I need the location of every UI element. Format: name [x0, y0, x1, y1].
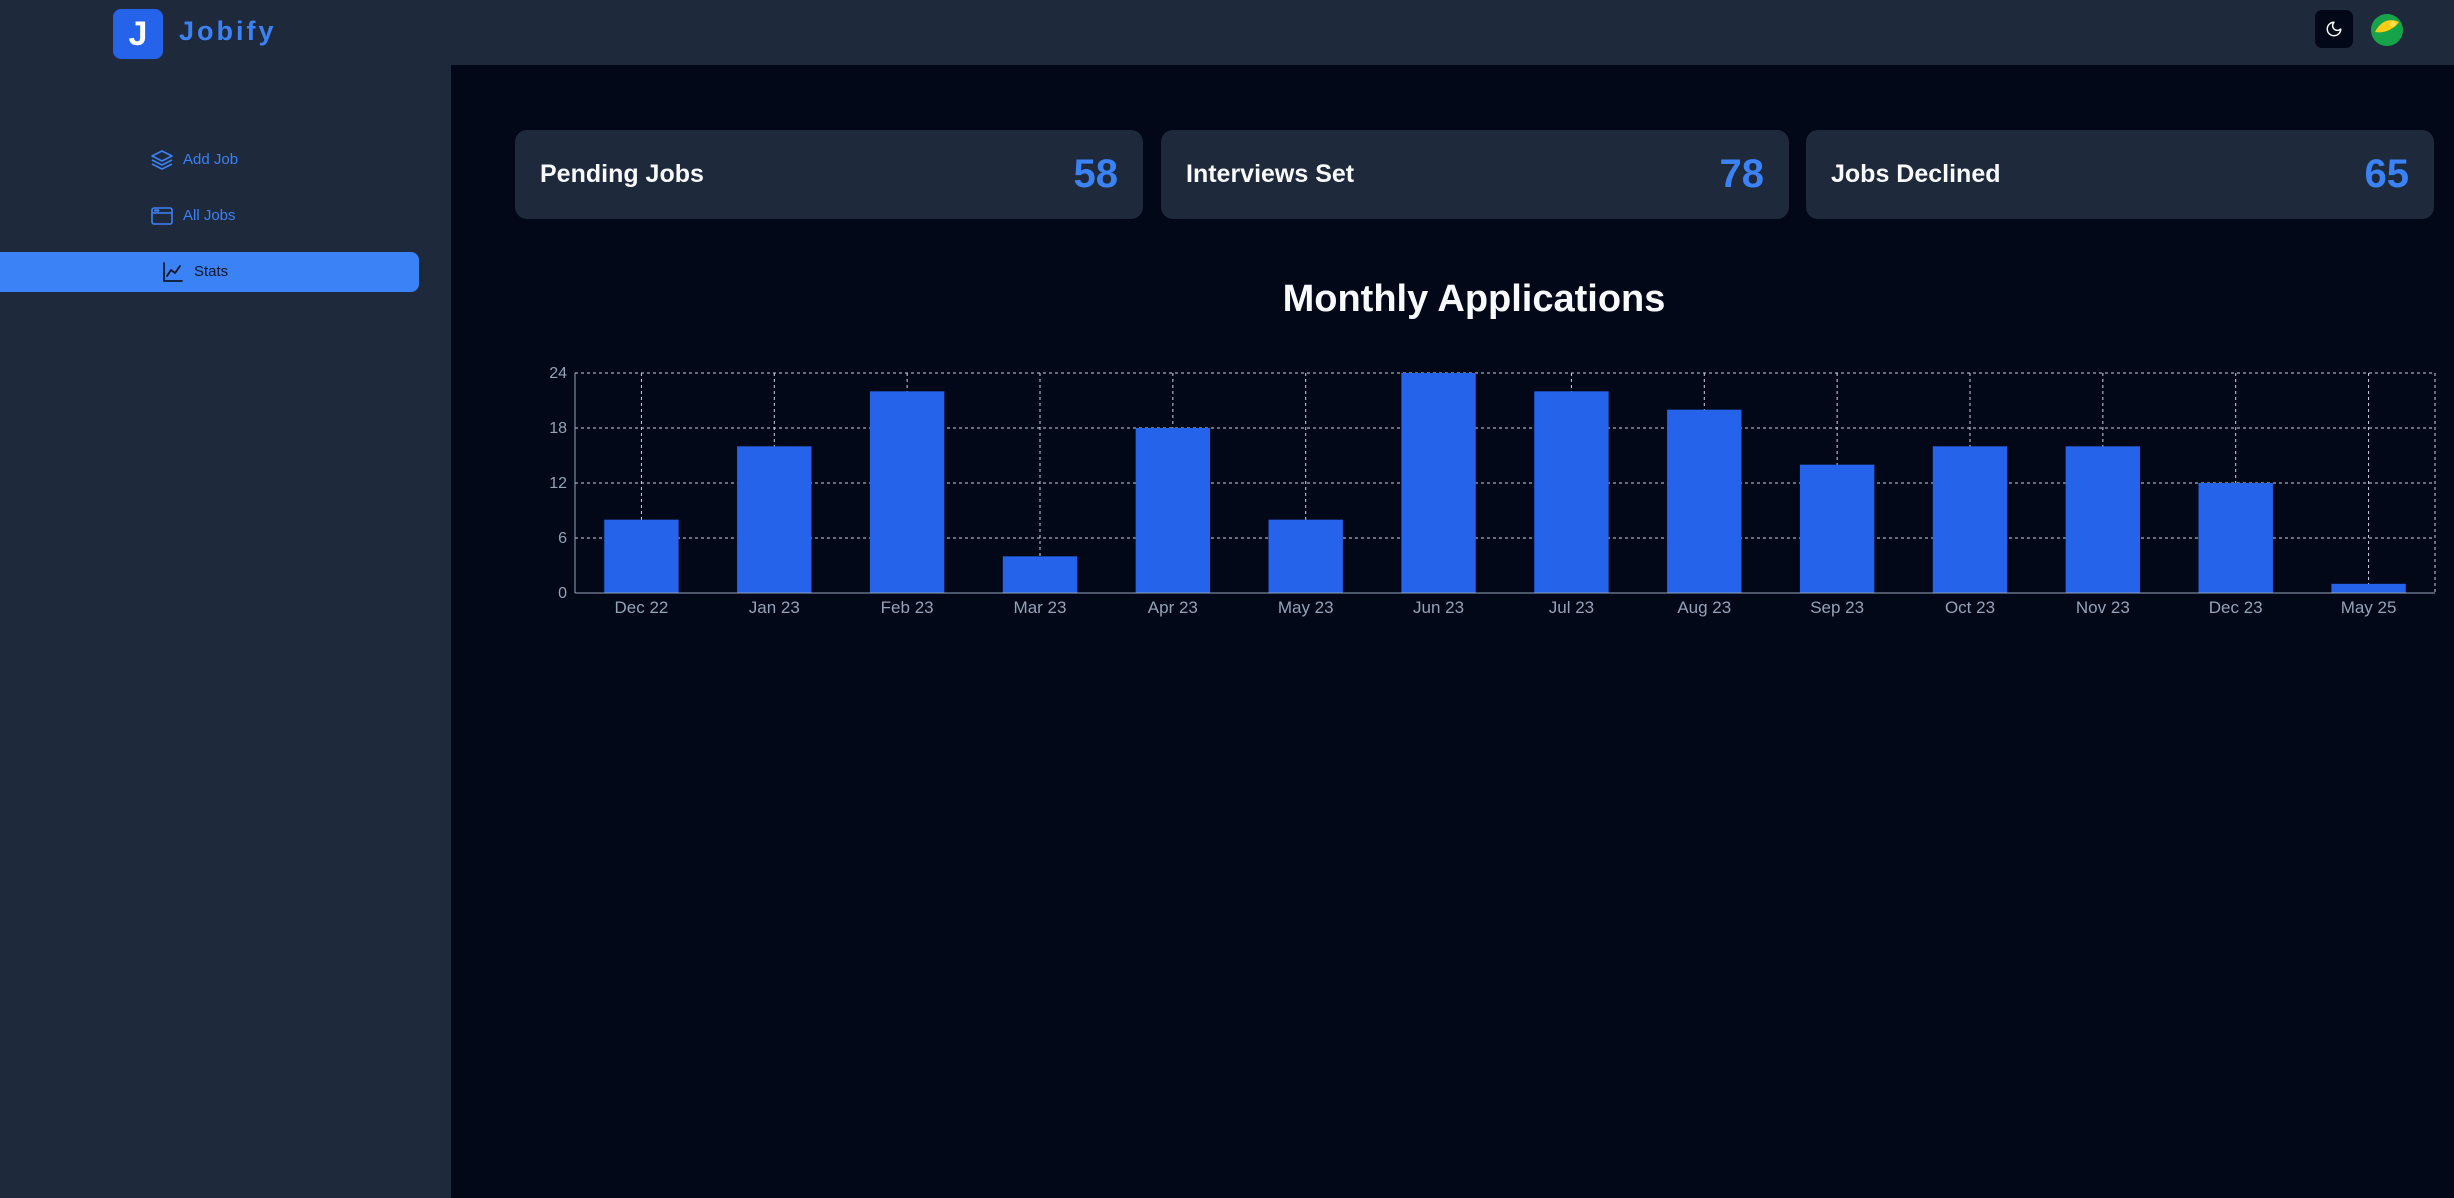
bar	[1534, 391, 1609, 593]
y-tick-label: 6	[558, 530, 567, 547]
x-tick-label: Oct 23	[1945, 598, 1995, 617]
bar	[2198, 483, 2273, 593]
bar	[1932, 446, 2008, 593]
sidebar-item-label: Add Job	[183, 151, 239, 168]
x-tick-label: Dec 22	[614, 598, 668, 617]
sidebar-item-label: Stats	[194, 263, 229, 280]
bar	[1667, 409, 1742, 593]
sidebar-item-label: All Jobs	[183, 207, 236, 224]
x-tick-label: Sep 23	[1810, 598, 1864, 617]
y-tick-label: 12	[549, 475, 567, 492]
stat-value: 58	[1073, 152, 1119, 196]
stat-card-interviews: Interviews Set 78	[1161, 130, 1789, 219]
x-tick-label: May 23	[1278, 598, 1334, 617]
top-header: J Jobify	[0, 0, 2454, 65]
bar	[737, 446, 812, 593]
stat-title: Jobs Declined	[1831, 160, 2001, 188]
bar	[1002, 556, 1078, 593]
user-avatar[interactable]	[2371, 14, 2403, 46]
brand-name[interactable]: Jobify	[179, 16, 277, 47]
x-tick-label: May 25	[2341, 598, 2397, 617]
x-tick-label: Jun 23	[1413, 598, 1464, 617]
y-tick-label: 24	[549, 365, 567, 382]
x-tick-label: Feb 23	[881, 598, 934, 617]
browser-window-icon	[151, 207, 173, 225]
y-tick-label: 0	[558, 585, 567, 602]
x-tick-label: Jul 23	[1549, 598, 1594, 617]
layers-icon	[151, 150, 173, 170]
theme-toggle-button[interactable]	[2315, 10, 2353, 48]
bar	[869, 391, 945, 593]
bar	[1401, 373, 1476, 593]
area-chart-icon	[163, 262, 183, 282]
x-tick-label: Nov 23	[2076, 598, 2130, 617]
x-tick-label: Aug 23	[1677, 598, 1731, 617]
chart-title: Monthly Applications	[1282, 278, 1666, 320]
bar	[1135, 428, 1211, 593]
moon-icon	[2326, 21, 2342, 37]
x-tick-label: Apr 23	[1148, 598, 1198, 617]
x-tick-label: Mar 23	[1014, 598, 1067, 617]
logo[interactable]: J	[113, 9, 163, 59]
bar	[1799, 464, 1875, 593]
stat-title: Pending Jobs	[540, 160, 704, 188]
x-tick-label: Jan 23	[749, 598, 800, 617]
bar	[2331, 583, 2406, 593]
bar	[2065, 446, 2141, 593]
sidebar-item-add-job[interactable]: Add Job	[0, 140, 419, 180]
bar	[1268, 519, 1343, 593]
x-tick-label: Dec 23	[2209, 598, 2263, 617]
stat-card-declined: Jobs Declined 65	[1806, 130, 2434, 219]
y-tick-label: 18	[549, 420, 567, 437]
sidebar-item-stats[interactable]: Stats	[0, 252, 419, 292]
sidebar: Add Job All Jobs Stats	[0, 65, 451, 1198]
stat-value: 78	[1719, 152, 1765, 196]
sidebar-item-all-jobs[interactable]: All Jobs	[0, 196, 419, 236]
stat-card-pending: Pending Jobs 58	[515, 130, 1143, 219]
stat-value: 65	[2364, 152, 2410, 196]
stat-title: Interviews Set	[1186, 160, 1355, 188]
monthly-applications-chart: 0 6 12 18 24 Dec 22 Jan 23 Feb 23 Mar 23 Apr 23 Ma…	[549, 365, 2436, 617]
bar	[604, 519, 679, 593]
